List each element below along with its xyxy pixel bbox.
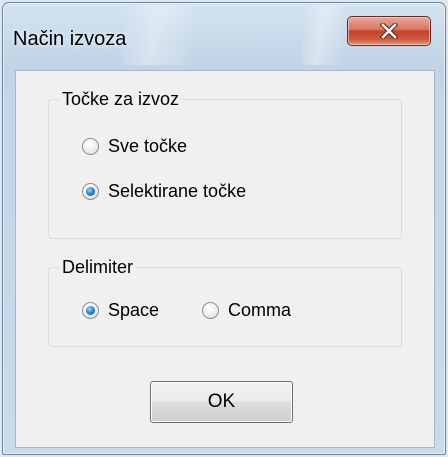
dialog-content: Točke za izvoz Sve točke Selektirane toč… <box>15 70 435 448</box>
window-title: Način izvoza <box>13 28 127 50</box>
radio-all-points[interactable]: Sve točke <box>82 136 187 157</box>
export-points-group: Točke za izvoz <box>48 89 402 239</box>
radio-comma-button[interactable] <box>202 302 219 319</box>
radio-comma-label: Comma <box>228 300 292 320</box>
dialog-window: Način izvoza Točke za izvoz Sve točke Se… <box>2 2 446 455</box>
delimiter-legend: Delimiter <box>62 257 134 277</box>
export-points-legend: Točke za izvoz <box>62 89 180 109</box>
close-icon <box>380 23 398 39</box>
radio-all-points-label: Sve točke <box>108 136 188 156</box>
radio-space[interactable]: Space <box>82 300 159 321</box>
ok-button[interactable]: OK <box>150 381 293 423</box>
glass-reflection <box>303 5 343 65</box>
close-button[interactable] <box>347 16 431 46</box>
radio-comma[interactable]: Comma <box>202 300 291 321</box>
radio-selected-points-button[interactable] <box>82 183 99 200</box>
radio-all-points-button[interactable] <box>82 138 99 155</box>
glass-reflection <box>123 5 193 65</box>
radio-space-button[interactable] <box>82 302 99 319</box>
radio-selected-points-label: Selektirane točke <box>108 181 247 201</box>
radio-space-label: Space <box>108 300 160 320</box>
radio-selected-points[interactable]: Selektirane točke <box>82 181 246 202</box>
